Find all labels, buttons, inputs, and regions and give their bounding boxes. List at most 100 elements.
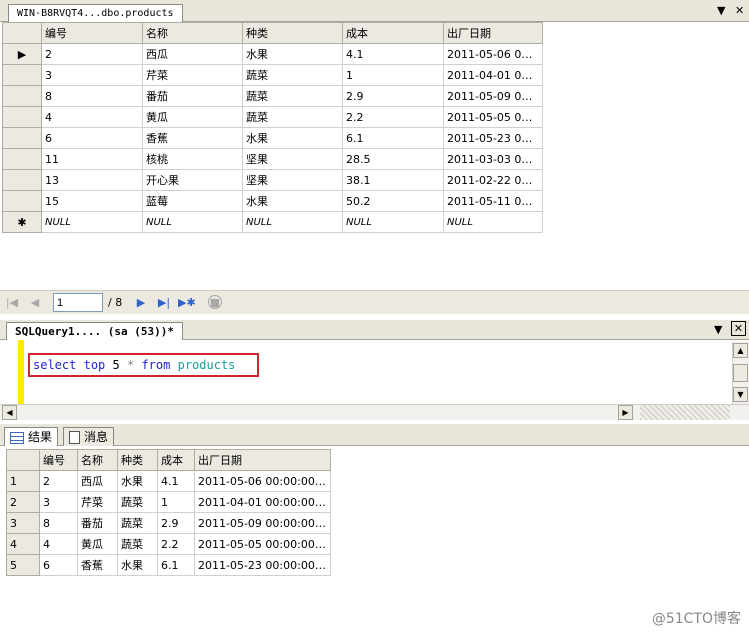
- row-selector[interactable]: [2, 127, 42, 149]
- grid-cell[interactable]: 2.2: [342, 106, 444, 128]
- grid-cell[interactable]: 8: [39, 512, 78, 534]
- grid-cell[interactable]: 西瓜: [142, 43, 243, 65]
- new-row[interactable]: ✱ NULL NULL NULL NULL NULL: [2, 211, 543, 233]
- scroll-down-icon[interactable]: ▼: [733, 387, 748, 402]
- grid-cell[interactable]: 西瓜: [77, 470, 118, 492]
- column-header-id[interactable]: 编号: [41, 22, 143, 44]
- grid-cell[interactable]: 蔬菜: [117, 512, 158, 534]
- editor-vertical-scrollbar[interactable]: ▲ ▼: [732, 342, 749, 404]
- scroll-up-icon[interactable]: ▲: [733, 343, 748, 358]
- grid-cell[interactable]: 2011-05-23 00:00:00.000: [194, 554, 331, 576]
- grid-cell[interactable]: 蓝莓: [142, 190, 243, 212]
- scroll-right-icon[interactable]: ▶: [618, 405, 633, 420]
- grid-cell[interactable]: 2.9: [157, 512, 195, 534]
- new-row-icon[interactable]: ✱: [2, 211, 42, 233]
- grid-cell-null[interactable]: NULL: [443, 211, 543, 233]
- grid-cell[interactable]: 番茄: [142, 85, 243, 107]
- current-record-input[interactable]: [53, 293, 103, 312]
- tab-messages[interactable]: 消息: [63, 427, 115, 447]
- row-selector[interactable]: [2, 64, 42, 86]
- table-row[interactable]: 6 香蕉 水果 6.1 2011-05-23 00:...: [2, 127, 543, 149]
- grid-corner-cell[interactable]: [2, 22, 42, 44]
- grid-cell-null[interactable]: NULL: [342, 211, 444, 233]
- grid-cell[interactable]: 芹菜: [142, 64, 243, 86]
- grid-cell[interactable]: 蔬菜: [242, 85, 343, 107]
- grid-cell[interactable]: 开心果: [142, 169, 243, 191]
- grid-cell[interactable]: 2: [39, 470, 78, 492]
- grid-cell-null[interactable]: NULL: [41, 211, 143, 233]
- grid-cell[interactable]: 1: [157, 491, 195, 513]
- grid-cell[interactable]: 2011-05-09 00:00:00.000: [194, 512, 331, 534]
- results-column-header-id[interactable]: 编号: [39, 449, 78, 471]
- next-record-icon[interactable]: ▶: [133, 295, 149, 311]
- grid-cell[interactable]: 4: [41, 106, 143, 128]
- grid-cell[interactable]: 6: [41, 127, 143, 149]
- grid-cell[interactable]: 11: [41, 148, 143, 170]
- table-row[interactable]: 15 蓝莓 水果 50.2 2011-05-11 00:...: [2, 190, 543, 212]
- results-corner-cell[interactable]: [6, 449, 40, 471]
- grid-cell[interactable]: 2011-05-05 00:00:00.000: [194, 533, 331, 555]
- grid-cell[interactable]: 1: [342, 64, 444, 86]
- grid-cell-null[interactable]: NULL: [242, 211, 343, 233]
- grid-cell[interactable]: 3: [41, 64, 143, 86]
- table-row[interactable]: 1 2 西瓜 水果 4.1 2011-05-06 00:00:00.000: [6, 470, 331, 492]
- query-tab-list-dropdown-icon[interactable]: ▼: [714, 322, 722, 338]
- table-row[interactable]: 8 番茄 蔬菜 2.9 2011-05-09 00:...: [2, 85, 543, 107]
- close-tab-icon[interactable]: ✕: [735, 3, 744, 19]
- table-row[interactable]: 4 黄瓜 蔬菜 2.2 2011-05-05 00:...: [2, 106, 543, 128]
- grid-cell[interactable]: 38.1: [342, 169, 444, 191]
- grid-cell[interactable]: 50.2: [342, 190, 444, 212]
- close-query-tab-icon[interactable]: ✕: [731, 321, 746, 336]
- results-column-header-cost[interactable]: 成本: [157, 449, 195, 471]
- grid-cell[interactable]: 核桃: [142, 148, 243, 170]
- grid-cell[interactable]: 3: [39, 491, 78, 513]
- row-selector[interactable]: [2, 169, 42, 191]
- grid-cell[interactable]: 2011-04-01 00:00:00.000: [194, 491, 331, 513]
- grid-cell[interactable]: 蔬菜: [117, 491, 158, 513]
- grid-cell[interactable]: 28.5: [342, 148, 444, 170]
- previous-record-icon[interactable]: ◀: [27, 295, 43, 311]
- grid-cell[interactable]: 坚果: [242, 148, 343, 170]
- row-selector[interactable]: [2, 85, 42, 107]
- grid-cell[interactable]: 4.1: [342, 43, 444, 65]
- grid-cell[interactable]: 8: [41, 85, 143, 107]
- column-header-date[interactable]: 出厂日期: [443, 22, 543, 44]
- last-record-icon[interactable]: ▶|: [156, 295, 172, 311]
- column-header-cost[interactable]: 成本: [342, 22, 444, 44]
- scroll-thumb[interactable]: [733, 364, 748, 382]
- grid-cell[interactable]: 水果: [117, 554, 158, 576]
- grid-cell[interactable]: 15: [41, 190, 143, 212]
- grid-cell[interactable]: 2011-03-03 00:...: [443, 148, 543, 170]
- tab-results[interactable]: 结果: [4, 427, 59, 447]
- first-record-icon[interactable]: |◀: [4, 295, 20, 311]
- new-record-icon[interactable]: ▶✱: [178, 295, 196, 311]
- table-row[interactable]: 3 芹菜 蔬菜 1 2011-04-01 00:...: [2, 64, 543, 86]
- splitter-grip[interactable]: [640, 405, 730, 420]
- row-number[interactable]: 4: [6, 533, 40, 555]
- grid-cell[interactable]: 2011-05-06 00:00:00.000: [194, 470, 331, 492]
- results-column-header-category[interactable]: 种类: [117, 449, 158, 471]
- grid-cell[interactable]: 水果: [117, 470, 158, 492]
- highlighted-query[interactable]: select top 5 * from products: [28, 353, 259, 377]
- grid-cell[interactable]: 2011-02-22 00:...: [443, 169, 543, 191]
- grid-cell[interactable]: 13: [41, 169, 143, 191]
- grid-cell[interactable]: 蔬菜: [242, 106, 343, 128]
- results-column-header-date[interactable]: 出厂日期: [194, 449, 331, 471]
- results-column-header-name[interactable]: 名称: [77, 449, 118, 471]
- grid-cell[interactable]: 4.1: [157, 470, 195, 492]
- grid-cell[interactable]: 2.2: [157, 533, 195, 555]
- table-row[interactable]: 3 8 番茄 蔬菜 2.9 2011-05-09 00:00:00.000: [6, 512, 331, 534]
- grid-cell-null[interactable]: NULL: [142, 211, 243, 233]
- table-row[interactable]: 2 3 芹菜 蔬菜 1 2011-04-01 00:00:00.000: [6, 491, 331, 513]
- grid-cell[interactable]: 2: [41, 43, 143, 65]
- grid-cell[interactable]: 2011-05-06 00:...: [443, 43, 543, 65]
- column-header-name[interactable]: 名称: [142, 22, 243, 44]
- tab-list-dropdown-icon[interactable]: ▼: [717, 3, 725, 19]
- tab-products-table[interactable]: WIN-B8RVQT4...dbo.products: [8, 4, 183, 23]
- grid-cell[interactable]: 2.9: [342, 85, 444, 107]
- current-row-indicator-icon[interactable]: ▶: [2, 43, 42, 65]
- grid-cell[interactable]: 水果: [242, 190, 343, 212]
- grid-cell[interactable]: 番茄: [77, 512, 118, 534]
- editor-horizontal-scrollbar[interactable]: ◀ ▶: [0, 404, 749, 420]
- row-number[interactable]: 3: [6, 512, 40, 534]
